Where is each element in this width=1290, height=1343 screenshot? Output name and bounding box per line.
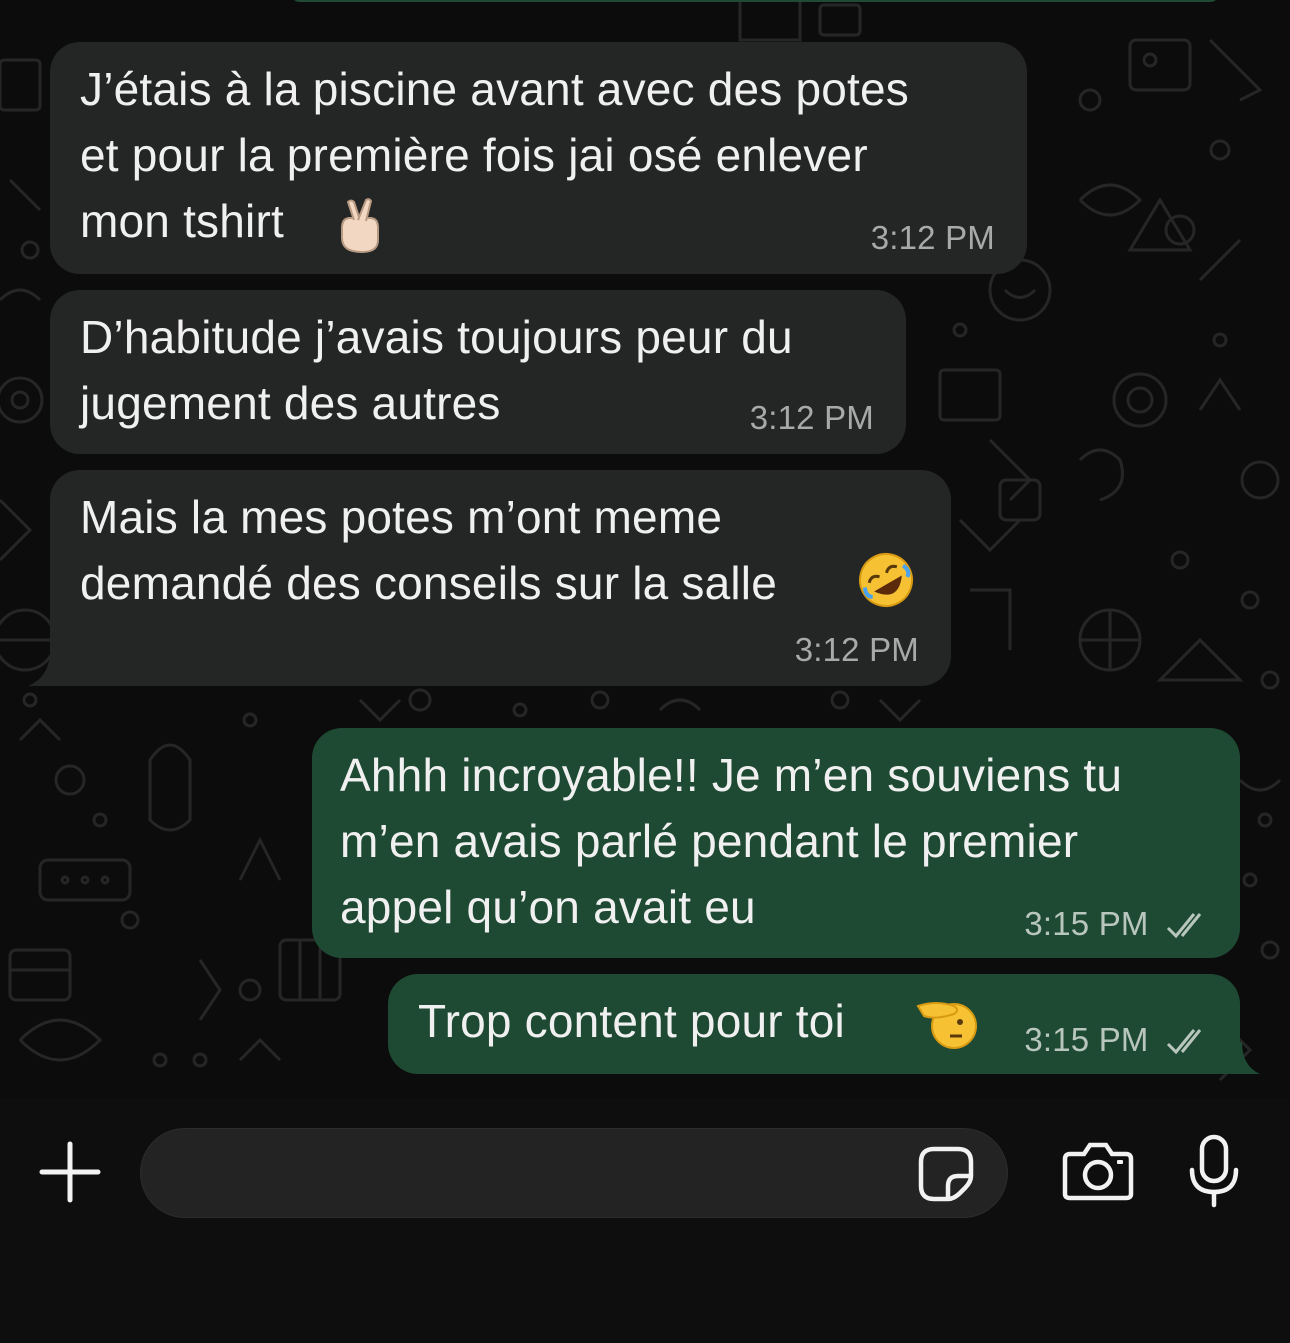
message-line: jugement des autres <box>80 377 501 429</box>
message-line: J’étais à la piscine avant avec des pote… <box>80 63 910 115</box>
message-line: Ahhh incroyable!! Je m’en souviens tu <box>340 749 1123 801</box>
message-time: 3:15 PM <box>1024 905 1149 942</box>
message-line: D’habitude j’avais toujours peur du <box>80 311 793 363</box>
plus-icon <box>39 1141 101 1203</box>
message-input-field[interactable] <box>140 1128 1008 1218</box>
message-time: 3:15 PM <box>1024 1021 1149 1058</box>
outgoing-message[interactable]: Trop content pour toi 3:15 PM <box>388 974 1240 1074</box>
read-receipt-icon <box>1166 913 1202 939</box>
saluting-face-emoji <box>916 1002 977 1049</box>
message-line: appel qu’on avait eu <box>340 881 756 933</box>
message-time: 3:12 PM <box>794 631 919 668</box>
sticker-button[interactable] <box>918 1146 974 1202</box>
camera-button[interactable] <box>1062 1140 1134 1202</box>
message-input[interactable] <box>171 1147 915 1201</box>
incoming-message[interactable]: Mais la mes potes m’ont meme demandé des… <box>50 470 951 686</box>
message-time: 3:12 PM <box>870 219 995 256</box>
message-line: et pour la première fois jai osé enlever <box>80 129 868 181</box>
message-line: Trop content pour toi <box>418 995 845 1047</box>
sticker-icon <box>918 1146 974 1202</box>
message-time: 3:12 PM <box>749 399 874 436</box>
incoming-message[interactable]: J’étais à la piscine avant avec des pote… <box>50 42 1027 274</box>
crossed-fingers-emoji <box>341 198 379 254</box>
previous-bubble-edge <box>290 0 1220 2</box>
camera-icon <box>1062 1142 1134 1201</box>
message-meta: 3:15 PM <box>1024 904 1212 944</box>
bubble-tail <box>1238 1042 1260 1074</box>
message-line: demandé des conseils sur la salle <box>80 557 777 609</box>
attach-button[interactable] <box>38 1140 102 1204</box>
microphone-button[interactable] <box>1188 1134 1240 1208</box>
incoming-message[interactable]: D’habitude j’avais toujours peur du juge… <box>50 290 906 454</box>
message-meta: 3:15 PM <box>1024 1020 1212 1060</box>
chat-area[interactable]: J’étais à la piscine avant avec des pote… <box>0 0 1290 1098</box>
bubble-tail <box>28 654 58 686</box>
rolling-on-floor-laughing-emoji <box>859 553 913 607</box>
message-line: Mais la mes potes m’ont meme <box>80 491 723 543</box>
microphone-icon <box>1189 1134 1239 1208</box>
read-receipt-icon <box>1166 1029 1202 1055</box>
outgoing-message[interactable]: Ahhh incroyable!! Je m’en souviens tu m’… <box>312 728 1240 958</box>
message-line: m’en avais parlé pendant le premier <box>340 815 1079 867</box>
message-line: mon tshirt <box>80 195 284 247</box>
